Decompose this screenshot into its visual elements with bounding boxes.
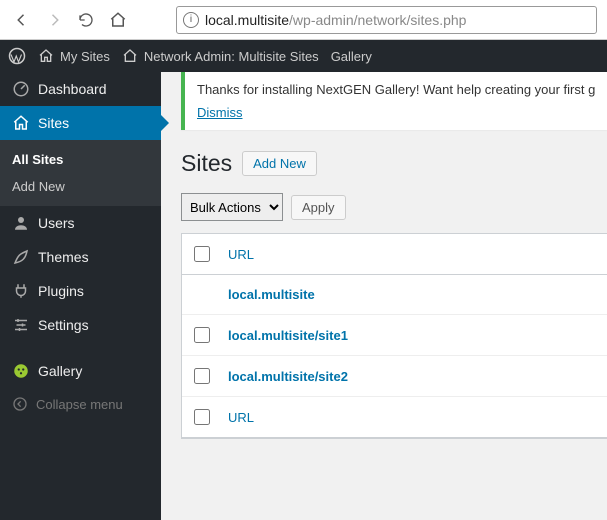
table-row: local.multisite/site2 [182, 356, 607, 397]
apply-button[interactable]: Apply [291, 195, 346, 220]
sites-icon [12, 114, 30, 132]
menu-plugins-label: Plugins [38, 283, 84, 299]
site-link[interactable]: local.multisite/site1 [228, 328, 348, 343]
gallery-icon [12, 362, 30, 380]
url-bar[interactable]: i local.multisite/wp-admin/network/sites… [176, 6, 597, 34]
bulk-actions-select[interactable]: Bulk Actions [181, 193, 283, 221]
menu-settings[interactable]: Settings [0, 308, 161, 342]
forward-button[interactable] [42, 8, 66, 32]
menu-themes[interactable]: Themes [0, 240, 161, 274]
sites-table: URL local.multisite local.multisite/site… [181, 233, 607, 439]
row-checkbox[interactable] [194, 368, 210, 384]
menu-themes-label: Themes [38, 249, 89, 265]
adminbar-network-admin[interactable]: Network Admin: Multisite Sites [122, 48, 319, 64]
menu-dashboard[interactable]: Dashboard [0, 72, 161, 106]
menu-dashboard-label: Dashboard [38, 81, 107, 97]
menu-settings-label: Settings [38, 317, 89, 333]
plugins-icon [12, 282, 30, 300]
menu-users[interactable]: Users [0, 206, 161, 240]
notice-dismiss-link[interactable]: Dismiss [197, 105, 243, 120]
menu-users-label: Users [38, 215, 75, 231]
adminbar-gallery[interactable]: Gallery [331, 49, 372, 64]
wp-logo[interactable] [8, 47, 26, 65]
url-text: local.multisite/wp-admin/network/sites.p… [205, 12, 466, 28]
menu-sites[interactable]: Sites [0, 106, 161, 140]
dashboard-icon [12, 80, 30, 98]
submenu-add-new[interactable]: Add New [0, 173, 161, 200]
home-button[interactable] [106, 8, 130, 32]
admin-notice: Thanks for installing NextGEN Gallery! W… [181, 72, 607, 130]
table-footer-row: URL [182, 397, 607, 438]
menu-sites-label: Sites [38, 115, 69, 131]
select-all-checkbox[interactable] [194, 246, 210, 262]
row-checkbox[interactable] [194, 327, 210, 343]
collapse-icon [12, 396, 28, 412]
collapse-menu[interactable]: Collapse menu [0, 388, 161, 420]
users-icon [12, 214, 30, 232]
table-row: local.multisite [182, 275, 607, 315]
browser-toolbar: i local.multisite/wp-admin/network/sites… [0, 0, 607, 40]
submenu-all-sites[interactable]: All Sites [0, 146, 161, 173]
table-row: local.multisite/site1 [182, 315, 607, 356]
content-area: Thanks for installing NextGEN Gallery! W… [161, 72, 607, 520]
adminbar-my-sites-label: My Sites [60, 49, 110, 64]
adminbar-network-admin-label: Network Admin: Multisite Sites [144, 49, 319, 64]
add-new-site-button[interactable]: Add New [242, 151, 317, 176]
adminbar-my-sites[interactable]: My Sites [38, 48, 110, 64]
menu-gallery-label: Gallery [38, 363, 82, 379]
notice-text: Thanks for installing NextGEN Gallery! W… [197, 82, 595, 97]
admin-sidebar: Dashboard Sites All Sites Add New Users … [0, 72, 161, 520]
table-header-row: URL [182, 234, 607, 275]
menu-sites-submenu: All Sites Add New [0, 140, 161, 206]
select-all-footer-checkbox[interactable] [194, 409, 210, 425]
settings-icon [12, 316, 30, 334]
current-menu-arrow [161, 115, 169, 131]
menu-plugins[interactable]: Plugins [0, 274, 161, 308]
menu-gallery[interactable]: Gallery [0, 354, 161, 388]
collapse-menu-label: Collapse menu [36, 397, 123, 412]
themes-icon [12, 248, 30, 266]
site-info-icon[interactable]: i [183, 12, 199, 28]
adminbar-gallery-label: Gallery [331, 49, 372, 64]
column-url-footer[interactable]: URL [228, 410, 254, 425]
site-link[interactable]: local.multisite/site2 [228, 369, 348, 384]
back-button[interactable] [10, 8, 34, 32]
page-title: Sites [181, 150, 232, 177]
column-url-header[interactable]: URL [228, 247, 254, 262]
site-link[interactable]: local.multisite [228, 287, 315, 302]
reload-button[interactable] [74, 8, 98, 32]
wp-admin-bar: My Sites Network Admin: Multisite Sites … [0, 40, 607, 72]
